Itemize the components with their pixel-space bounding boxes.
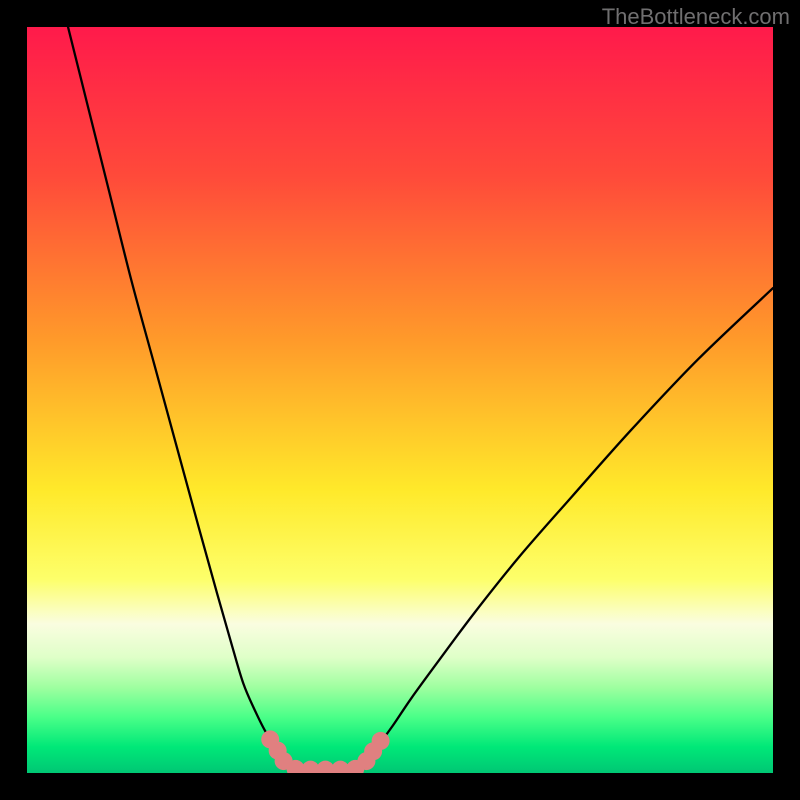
bottleneck-chart — [27, 27, 773, 773]
chart-background — [27, 27, 773, 773]
chart-frame — [27, 27, 773, 773]
watermark-text: TheBottleneck.com — [602, 4, 790, 30]
data-marker — [372, 732, 390, 750]
